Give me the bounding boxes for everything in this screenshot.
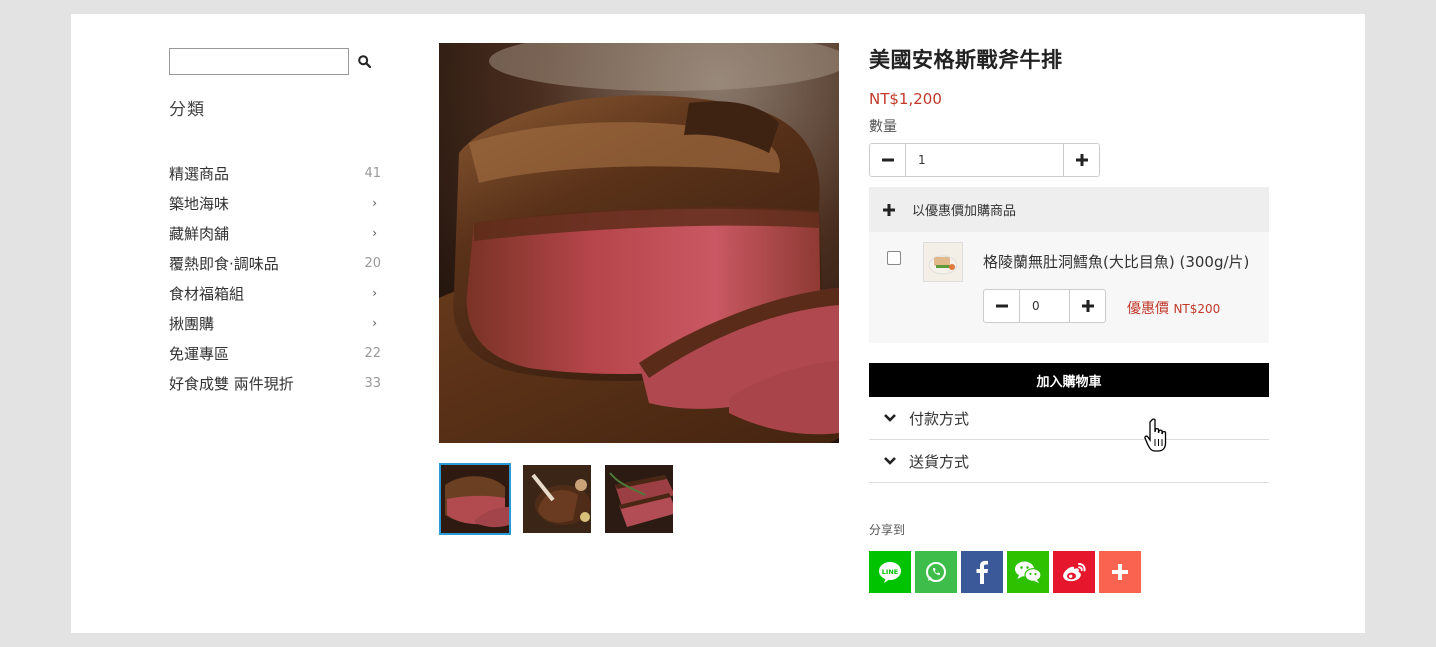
category-count: 33 — [364, 375, 381, 391]
chevron-right-icon[interactable]: › — [363, 286, 377, 300]
addon-quantity-input[interactable]: 0 — [1020, 290, 1069, 322]
category-label: 食材福箱組 — [169, 284, 245, 303]
product-price: NT$1,200 — [869, 90, 942, 108]
category-item-meat[interactable]: 藏鮮肉舖 › — [169, 218, 381, 248]
search-button[interactable] — [349, 48, 379, 75]
share-label: 分享到 — [869, 523, 906, 537]
addon-price-value: NT$200 — [1173, 302, 1221, 316]
share-weibo-button[interactable] — [1053, 551, 1095, 593]
share-facebook-button[interactable] — [961, 551, 1003, 593]
category-title: 分類 — [169, 100, 205, 120]
plus-icon — [1081, 300, 1094, 312]
weibo-icon — [1063, 563, 1086, 582]
share-whatsapp-button[interactable] — [915, 551, 957, 593]
category-label: 免運專區 — [169, 344, 230, 363]
quantity-stepper: 1 — [869, 143, 1100, 177]
quantity-decrease-button[interactable] — [870, 144, 906, 176]
plus-icon — [883, 203, 895, 216]
sidebar: 分類 精選商品 41 築地海味 › 藏鮮肉舖 › 覆熱即食·調味品 20 食材福… — [169, 48, 381, 398]
category-label: 精選商品 — [169, 164, 230, 183]
product-info: 美國安格斯戰斧牛排 NT$1,200 數量 1 以優惠價加購商品 格陵蘭無肚洞鱈… — [869, 43, 1269, 593]
addon-item-name: 格陵蘭無肚洞鱈魚(大比目魚) (300g/片) — [983, 253, 1250, 271]
category-label: 築地海味 — [169, 194, 230, 213]
addon-header-label: 以優惠價加購商品 — [912, 204, 1017, 219]
thumbnail-2[interactable] — [521, 463, 593, 535]
category-label: 揪團購 — [169, 314, 215, 333]
addon-quantity-decrease-button[interactable] — [984, 290, 1020, 322]
product-main-image[interactable] — [439, 43, 839, 443]
accordion-delivery[interactable]: 送貨方式 — [869, 440, 1269, 483]
category-count: 20 — [364, 255, 381, 271]
addon-quantity-stepper: 0 — [983, 289, 1106, 323]
category-item-ready-meals[interactable]: 覆熱即食·調味品 20 — [169, 248, 381, 278]
addon-item-price: 優惠價 NT$200 — [1127, 298, 1220, 318]
chevron-down-icon — [883, 413, 897, 423]
category-item-free-shipping[interactable]: 免運專區 22 — [169, 338, 381, 368]
addon-section: 以優惠價加購商品 格陵蘭無肚洞鱈魚(大比目魚) (300g/片) 0 優惠價 N… — [869, 187, 1269, 343]
whatsapp-icon — [926, 562, 946, 582]
addon-header[interactable]: 以優惠價加購商品 — [869, 187, 1269, 232]
category-item-group-buy[interactable]: 揪團購 › — [169, 308, 381, 338]
addon-quantity-increase-button[interactable] — [1069, 290, 1105, 322]
share-line-button[interactable]: LINE — [869, 551, 911, 593]
chevron-right-icon[interactable]: › — [363, 196, 377, 210]
category-list: 精選商品 41 築地海味 › 藏鮮肉舖 › 覆熱即食·調味品 20 食材福箱組 … — [169, 158, 381, 398]
quantity-input[interactable]: 1 — [906, 144, 1063, 176]
search-icon — [357, 55, 371, 68]
category-count: 41 — [364, 165, 381, 181]
category-item-boxes[interactable]: 食材福箱組 › — [169, 278, 381, 308]
share-more-button[interactable] — [1099, 551, 1141, 593]
line-icon: LINE — [879, 562, 901, 583]
hand-cursor-icon — [1144, 418, 1170, 458]
category-count: 22 — [364, 345, 381, 361]
accordion-payment[interactable]: 付款方式 — [869, 397, 1269, 440]
addon-checkbox[interactable] — [887, 251, 901, 265]
category-item-featured[interactable]: 精選商品 41 — [169, 158, 381, 188]
minus-icon — [995, 304, 1008, 308]
category-label: 好食成雙 兩件現折 — [169, 374, 294, 393]
thumbnail-1[interactable] — [439, 463, 511, 535]
category-label: 覆熱即食·調味品 — [169, 254, 279, 273]
addon-item-image — [923, 242, 963, 282]
chevron-right-icon[interactable]: › — [363, 316, 377, 330]
plus-icon — [1075, 154, 1088, 166]
svg-text:LINE: LINE — [882, 568, 898, 576]
quantity-label: 數量 — [869, 119, 897, 135]
quantity-increase-button[interactable] — [1063, 144, 1099, 176]
chevron-down-icon — [883, 456, 897, 466]
add-to-cart-button[interactable]: 加入購物車 — [869, 363, 1269, 397]
wechat-icon — [1015, 561, 1042, 583]
page-container: 分類 精選商品 41 築地海味 › 藏鮮肉舖 › 覆熱即食·調味品 20 食材福… — [71, 14, 1365, 633]
category-item-seafood[interactable]: 築地海味 › — [169, 188, 381, 218]
addon-item: 格陵蘭無肚洞鱈魚(大比目魚) (300g/片) 0 優惠價 NT$200 — [869, 232, 1269, 343]
product-title: 美國安格斯戰斧牛排 — [869, 48, 1063, 72]
addon-price-prefix: 優惠價 — [1127, 301, 1169, 317]
chevron-right-icon[interactable]: › — [363, 226, 377, 240]
minus-icon — [881, 158, 894, 162]
facebook-icon — [976, 560, 988, 584]
category-label: 藏鮮肉舖 — [169, 224, 230, 243]
search-input[interactable] — [169, 48, 349, 75]
category-item-double-deal[interactable]: 好食成雙 兩件現折 33 — [169, 368, 381, 398]
share-buttons: LINE — [869, 551, 1269, 593]
accordion-payment-label: 付款方式 — [909, 409, 970, 428]
share-wechat-button[interactable] — [1007, 551, 1049, 593]
search-bar — [169, 48, 381, 75]
plus-icon — [1112, 564, 1128, 580]
thumbnail-strip — [439, 463, 675, 535]
thumbnail-3[interactable] — [603, 463, 675, 535]
accordion-delivery-label: 送貨方式 — [909, 452, 970, 471]
